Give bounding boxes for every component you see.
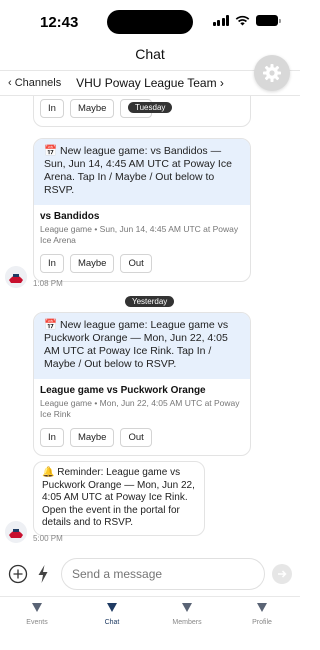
avatar[interactable] — [5, 521, 27, 543]
rsvp-row: In Maybe Out — [40, 428, 244, 447]
rsvp-out-button[interactable]: Out — [120, 428, 152, 447]
status-time: 12:43 — [40, 14, 79, 31]
profile-tab-icon — [257, 603, 267, 612]
battery-icon — [256, 15, 281, 26]
tab-bar: Events Chat Members Profile — [0, 596, 300, 650]
rsvp-maybe-button[interactable]: Maybe — [69, 428, 115, 447]
cellular-signal-icon — [212, 15, 229, 26]
tab-events[interactable]: Events — [7, 603, 67, 626]
tab-label: Members — [172, 619, 202, 626]
rsvp-in-button[interactable]: In — [40, 428, 64, 447]
event-title[interactable]: vs Bandidos — [40, 211, 244, 222]
event-card: 📅 New league game: League game vs Puckwo… — [33, 312, 251, 456]
lightning-bolt-icon[interactable] — [37, 564, 49, 584]
tab-label: Profile — [252, 619, 272, 626]
tab-members[interactable]: Members — [157, 603, 217, 626]
rsvp-in-button[interactable]: In — [40, 99, 64, 118]
rsvp-row: In Maybe Out — [40, 254, 244, 273]
message-list[interactable]: In Maybe Out Tuesday 📅 New league game: … — [0, 96, 300, 550]
chat-tab-icon — [107, 603, 117, 612]
message-composer — [0, 556, 300, 594]
message-text: 📅 New league game: vs Bandidos — Sun, Ju… — [34, 139, 250, 205]
message-time: 5:00 PM — [33, 534, 63, 543]
reminder-message: 🔔 Reminder: League game vs Puckwork Oran… — [33, 461, 205, 536]
tab-profile[interactable]: Profile — [232, 603, 292, 626]
events-tab-icon — [32, 603, 42, 612]
day-separator: Yesterday — [125, 296, 175, 307]
rsvp-maybe-button[interactable]: Maybe — [69, 254, 115, 273]
members-tab-icon — [182, 603, 192, 612]
status-bar: 12:43 — [0, 0, 300, 40]
message-text: 📅 New league game: League game vs Puckwo… — [34, 313, 250, 379]
event-card: 📅 New league game: vs Bandidos — Sun, Ju… — [33, 138, 251, 282]
add-attachment-icon[interactable] — [8, 564, 28, 584]
event-title[interactable]: League game vs Puckwork Orange — [40, 385, 244, 396]
status-icons — [212, 15, 281, 26]
avatar[interactable] — [5, 266, 27, 288]
settings-button[interactable] — [254, 55, 290, 91]
dynamic-island — [107, 10, 193, 34]
rsvp-out-button[interactable]: Out — [120, 254, 152, 273]
tab-label: Events — [26, 619, 48, 626]
rsvp-maybe-button[interactable]: Maybe — [69, 99, 115, 118]
day-separator: Tuesday — [128, 102, 173, 113]
message-input[interactable] — [61, 558, 265, 590]
message-time: 1:08 PM — [33, 279, 63, 288]
wifi-icon — [235, 15, 250, 26]
event-meta: League game • Mon, Jun 22, 4:05 AM UTC a… — [40, 398, 240, 419]
send-arrow-icon — [278, 570, 287, 578]
event-meta: League game • Sun, Jun 14, 4:45 AM UTC a… — [40, 224, 239, 245]
gear-icon — [263, 64, 281, 82]
tab-chat[interactable]: Chat — [82, 603, 142, 626]
team-logo-icon — [5, 266, 27, 288]
team-logo-icon — [5, 521, 27, 543]
tab-label: Chat — [104, 619, 120, 626]
rsvp-in-button[interactable]: In — [40, 254, 64, 273]
page-title: Chat — [135, 46, 165, 62]
send-button[interactable] — [272, 564, 292, 584]
